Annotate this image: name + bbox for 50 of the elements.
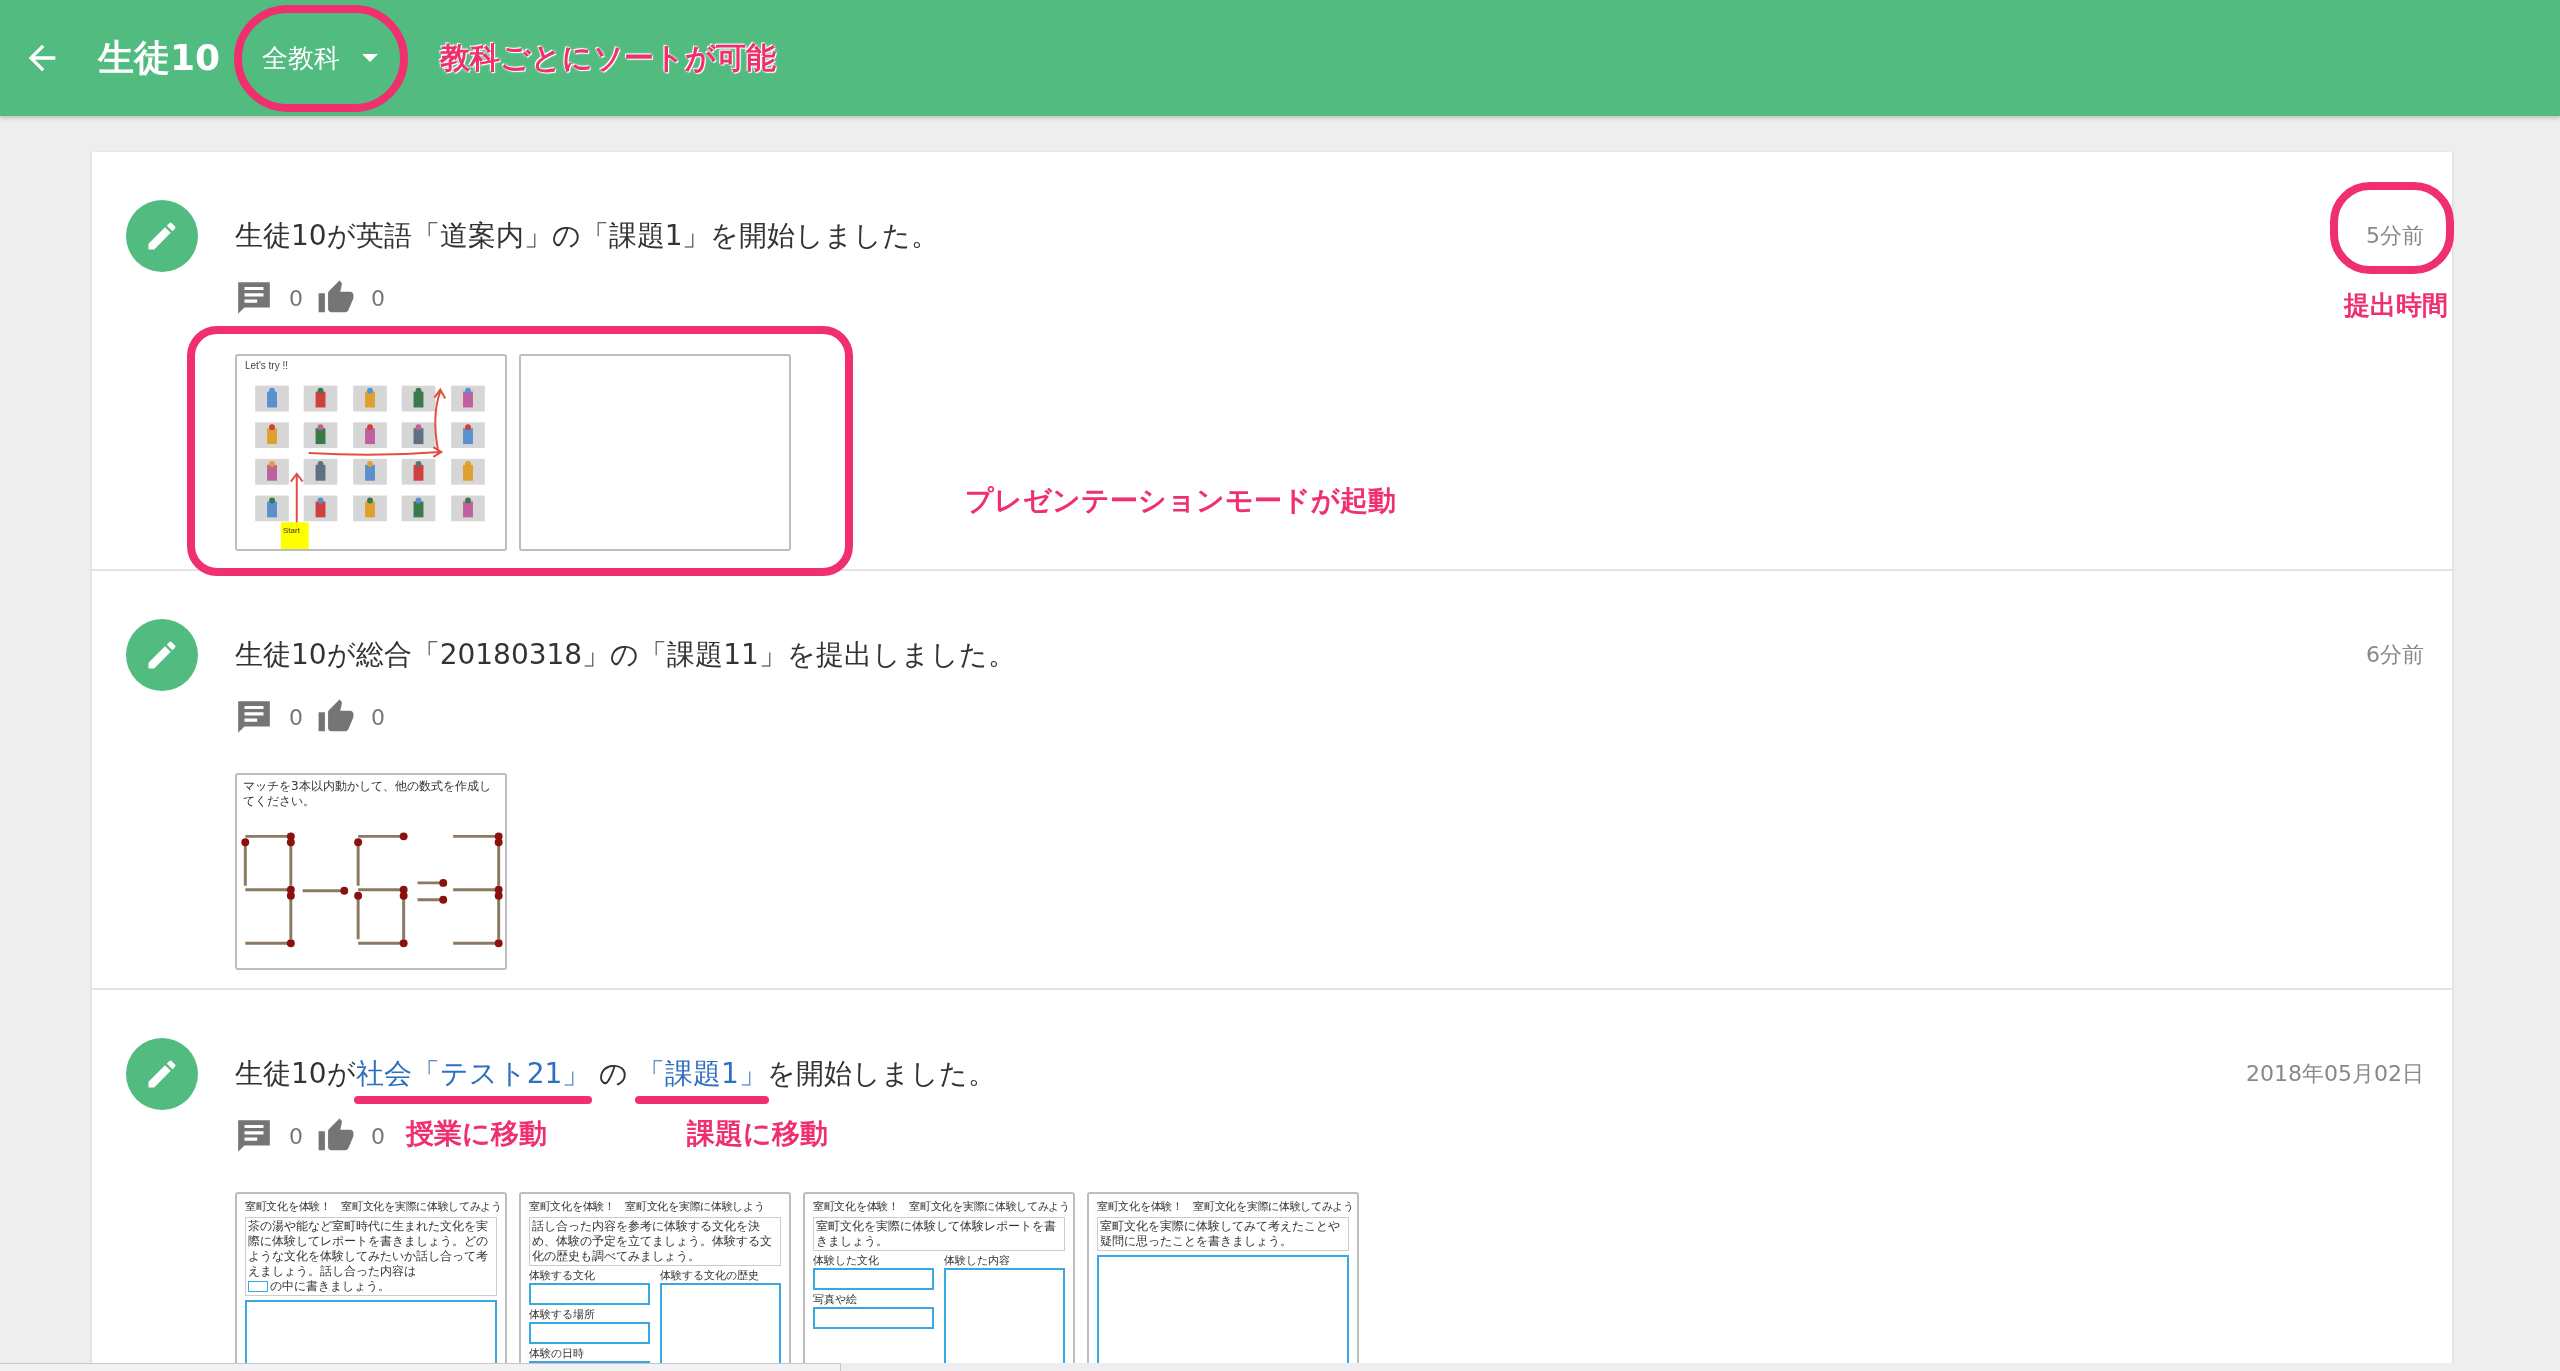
comment-count: 0 xyxy=(289,704,303,730)
worksheet-instructions: の中に書きましょう。 xyxy=(270,1279,390,1294)
activity-link[interactable]: 社会「テスト21」 xyxy=(355,1057,591,1090)
activity-text: の xyxy=(598,1056,630,1092)
worksheet-instructions: 話し合った内容を参考に体験する文化を決め、体験の予定を立てましょう。体験する文化の歴史も調べてみましょう。 xyxy=(532,1219,773,1264)
worksheet-title: 室町文化を体験！ 室町文化を実際に体験しよう xyxy=(529,1199,766,1214)
annotation-text: 授業に移動 xyxy=(405,1116,547,1152)
page-title: 生徒10 xyxy=(98,35,221,80)
worksheet-title: 室町文化を体験！ 室町文化を実際に体験してみよう xyxy=(245,1199,497,1214)
field-label: 写真や絵 xyxy=(813,1292,858,1307)
slide-thumbnail[interactable]: 室町文化を体験！ 室町文化を実際に体験しよう 話し合った内容を参考に体験する文化を決め、体験の予定を立てましょう。体験する文化の歴史も調べてみましょう。 体験する文化 体験する場所 体験の日時 体験する文化の歴史 xyxy=(519,1192,791,1363)
worksheet-instructions: 室町文化を実際に体験して体験レポートを書きましょう。 xyxy=(816,1219,1057,1249)
field-label: 体験した内容 xyxy=(944,1253,1011,1268)
like-count: 0 xyxy=(371,1123,385,1149)
field-label: 体験の日時 xyxy=(529,1346,585,1361)
annotation-text: 提出時間 xyxy=(2344,289,2448,322)
field-label: 体験した文化 xyxy=(813,1253,880,1268)
start-label: Start xyxy=(283,526,300,535)
slide-title: Let's try !! xyxy=(245,360,289,371)
question-text: マッチを3本以内動かして、他の数式を作成してください。 xyxy=(243,779,492,809)
slide-thumbnail[interactable]: マッチを3本以内動かして、他の数式を作成してください。 xyxy=(235,773,507,970)
annotation-text: 課題に移動 xyxy=(687,1116,829,1152)
slide-thumbnail[interactable]: 室町文化を体験！ 室町文化を実際に体験してみよう 室町文化を実際に体験して体験レポートを書きましょう。 体験した文化 写真や絵 体験した内容 xyxy=(803,1192,1075,1363)
comment-count: 0 xyxy=(289,1123,303,1149)
slide-thumbnail[interactable]: 室町文化を体験！ 室町文化を実際に体験してみよう 室町文化を実際に体験してみて考えたことや疑問に思ったことを書きましょう。 xyxy=(1087,1192,1359,1363)
slide-thumbnail[interactable] xyxy=(519,354,791,551)
timestamp: 5分前 xyxy=(2366,222,2424,250)
field-label: 体験する文化の歴史 xyxy=(660,1268,760,1283)
worksheet-title: 室町文化を体験！ 室町文化を実際に体験してみよう xyxy=(813,1199,1065,1214)
like-count: 0 xyxy=(371,704,385,730)
timestamp: 6分前 xyxy=(2366,641,2424,669)
worksheet-instructions: 茶の湯や能など室町時代に生まれた文化を実際に体験してレポートを書きましょう。どのような文化を体験してみたいか話し合って考えましょう。話し合った内容は xyxy=(248,1219,489,1279)
activity-text: 生徒10が英語「道案内」の「課題1」を開始しました。 xyxy=(235,218,940,254)
slide-thumbnail[interactable]: Let's try !! Start xyxy=(235,354,507,551)
field-label: 体験する場所 xyxy=(529,1307,596,1322)
timestamp: 2018年05月02日 xyxy=(2246,1060,2424,1088)
activity-text: を開始しました。 xyxy=(766,1056,996,1092)
annotation-text: 教科ごとにソートが可能 xyxy=(440,38,777,77)
answer-box xyxy=(248,1281,268,1292)
activity-link[interactable]: 「課題1」 xyxy=(637,1057,767,1090)
like-count: 0 xyxy=(371,285,385,311)
worksheet-title: 室町文化を体験！ 室町文化を実際に体験してみよう xyxy=(1097,1199,1349,1214)
worksheet-instructions: 室町文化を実際に体験してみて考えたことや疑問に思ったことを書きましょう。 xyxy=(1100,1219,1341,1249)
slide-thumbnail[interactable]: 室町文化を体験！ 室町文化を実際に体験してみよう 茶の湯や能など室町時代に生まれた文化を実際に体験してレポートを書きましょう。どのような文化を体験してみたいか話し合って考えましょう。話し合った内容は の中に書きましょう。 xyxy=(235,1192,507,1363)
caret-icon xyxy=(362,54,379,62)
activity-text: 生徒10が xyxy=(235,1056,356,1092)
activity-text: 生徒10が総合「20180318」の「課題11」を提出しました。 xyxy=(235,637,1016,673)
field-label: 体験する文化 xyxy=(529,1268,596,1283)
annotation-text: プレゼンテーションモードが起動 xyxy=(965,483,1396,519)
comment-count: 0 xyxy=(289,285,303,311)
